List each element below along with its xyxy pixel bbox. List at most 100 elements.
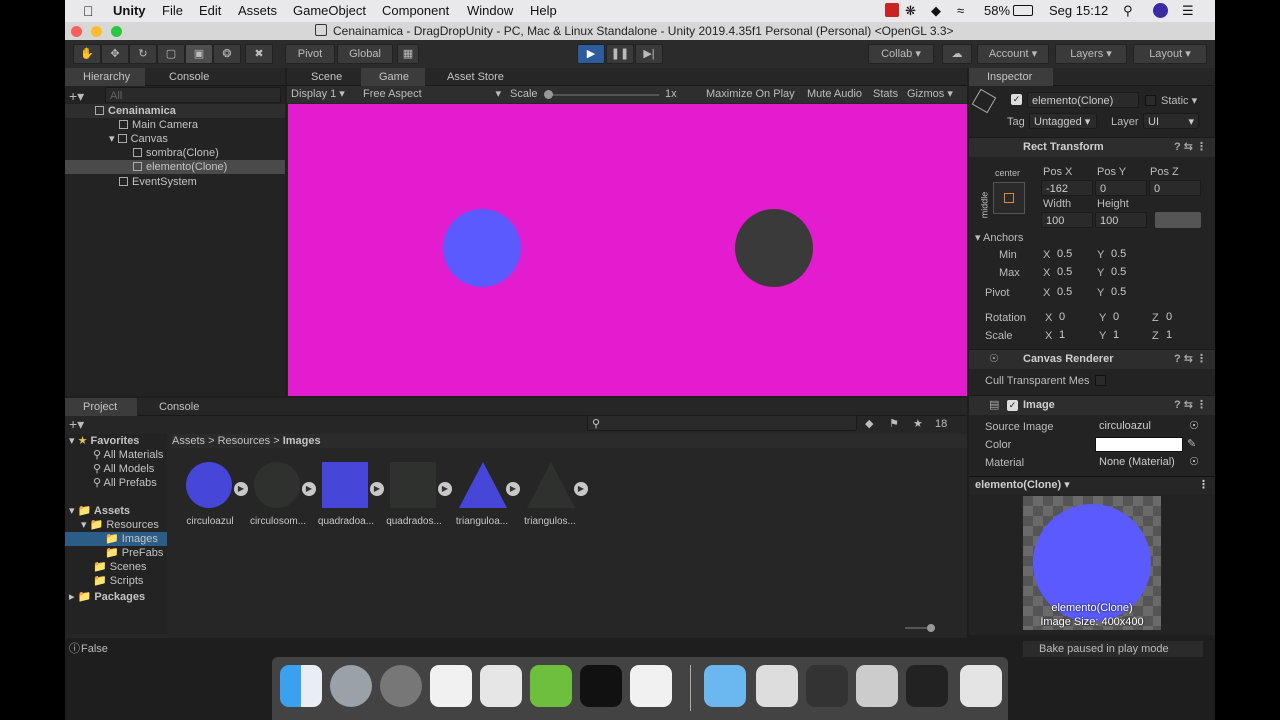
stats-toggle[interactable]: Stats <box>873 87 898 101</box>
anchor-min-x-input[interactable]: 0.5 <box>1053 246 1093 262</box>
pause-button[interactable]: ❚❚ <box>606 44 634 64</box>
layout-dropdown[interactable]: Layout ▾ <box>1133 44 1207 64</box>
siri-icon[interactable] <box>1153 3 1168 18</box>
anchor-max-x-input[interactable]: 0.5 <box>1053 264 1093 280</box>
eyedropper-icon[interactable]: ✎ <box>1187 437 1196 451</box>
object-picker-icon[interactable]: ☉ <box>1189 418 1199 434</box>
anchor-max-y-input[interactable]: 0.5 <box>1107 264 1147 280</box>
tab-hierarchy[interactable]: Hierarchy <box>65 68 145 86</box>
layers-dropdown[interactable]: Layers ▾ <box>1055 44 1127 64</box>
hierarchy-item-sombra[interactable]: sombra(Clone) <box>133 146 219 160</box>
expand-sprite-icon[interactable]: ▶ <box>302 482 316 496</box>
finder-icon[interactable] <box>280 665 322 707</box>
tab-console[interactable]: Console <box>141 398 213 416</box>
pos-y-input[interactable]: 0 <box>1095 180 1147 196</box>
rotation-z-input[interactable]: 0 <box>1162 309 1198 325</box>
elemento-blue-circle[interactable] <box>443 209 521 287</box>
notification-center-icon[interactable]: ☰ <box>1182 3 1194 19</box>
raw-edit-button[interactable] <box>1155 212 1201 228</box>
camtasia-icon[interactable] <box>530 665 572 707</box>
scale-slider-handle[interactable] <box>544 90 553 99</box>
step-button[interactable]: ▶| <box>635 44 663 64</box>
scale-y-input[interactable]: 1 <box>1109 327 1145 343</box>
launchpad-icon[interactable] <box>330 665 372 707</box>
cull-transparent-checkbox[interactable] <box>1095 375 1106 386</box>
rotation-y-input[interactable]: 0 <box>1109 309 1145 325</box>
project-search-input[interactable]: ⚲ <box>587 415 857 431</box>
static-checkbox[interactable] <box>1145 95 1156 106</box>
rotation-x-input[interactable]: 0 <box>1055 309 1091 325</box>
create-icon[interactable]: +▾ <box>69 416 84 433</box>
pos-z-input[interactable]: 0 <box>1149 180 1201 196</box>
zoom-window-button[interactable] <box>111 26 122 37</box>
tab-game[interactable]: Game <box>361 68 425 86</box>
battery-icon[interactable] <box>1013 5 1033 16</box>
breadcrumb-images[interactable]: Images <box>283 435 321 447</box>
system-preferences-icon[interactable] <box>380 665 422 707</box>
favorites-folder[interactable]: ▾ ★ Favorites <box>69 434 139 448</box>
filter-by-label-icon[interactable]: ⚑ <box>889 417 899 431</box>
account-dropdown[interactable]: Account ▾ <box>977 44 1049 64</box>
expand-sprite-icon[interactable]: ▶ <box>234 482 248 496</box>
menu-component[interactable]: Component <box>382 3 449 18</box>
hierarchy-item-elemento[interactable]: elemento(Clone) <box>65 160 285 174</box>
pivot-toggle[interactable]: Pivot <box>285 44 335 64</box>
status-message[interactable]: False <box>81 642 108 656</box>
scale-x-input[interactable]: 1 <box>1055 327 1091 343</box>
asset-item[interactable]: ▶ trianguloa... <box>452 462 520 527</box>
breadcrumb-resources[interactable]: Resources <box>218 435 271 447</box>
tag-dropdown[interactable]: Untagged ▾ <box>1029 113 1097 129</box>
canvas-renderer-header[interactable]: ☉ Canvas Renderer ? ⇆ ⋮ <box>969 349 1215 369</box>
pivot-x-input[interactable]: 0.5 <box>1053 284 1093 300</box>
preview-header[interactable]: elemento(Clone) ▾ ⋮ <box>969 476 1215 494</box>
record-icon[interactable] <box>885 3 899 17</box>
menu-edit[interactable]: Edit <box>199 3 221 18</box>
play-button[interactable]: ▶ <box>577 44 605 64</box>
minimized-window-icon[interactable] <box>806 665 848 707</box>
folder-prefabs[interactable]: 📁 PreFabs <box>105 546 163 560</box>
collab-dropdown[interactable]: Collab ▾ <box>868 44 934 64</box>
layer-dropdown[interactable]: UI ▾ <box>1143 113 1199 129</box>
packages-folder[interactable]: ▸ 📁 Packages <box>69 590 145 604</box>
favorite-all-prefabs[interactable]: ⚲ All Prefabs <box>93 476 157 490</box>
material-field[interactable]: None (Material) ☉ <box>1095 454 1199 470</box>
folder-scenes[interactable]: 📁 Scenes <box>93 560 146 574</box>
reminders-icon[interactable] <box>430 665 472 707</box>
rect-transform-header[interactable]: Rect Transform ? ⇆ ⋮ <box>969 137 1215 157</box>
folder-scripts[interactable]: 📁 Scripts <box>93 574 143 588</box>
cloud-button[interactable]: ☁ <box>942 44 972 64</box>
expand-sprite-icon[interactable]: ▶ <box>574 482 588 496</box>
clock[interactable]: Seg 15:12 <box>1049 3 1108 18</box>
asset-item[interactable]: ▶ circulosom... <box>248 462 316 527</box>
image-enabled-checkbox[interactable]: ✓ <box>1007 400 1018 411</box>
minimized-window-icon[interactable] <box>856 665 898 707</box>
menu-window[interactable]: Window <box>467 3 513 18</box>
minimized-window-icon[interactable] <box>906 665 948 707</box>
mute-audio-toggle[interactable]: Mute Audio <box>807 87 862 101</box>
folder-images[interactable]: 📁 Images <box>65 532 167 546</box>
color-swatch[interactable] <box>1095 437 1183 452</box>
menu-gameobject[interactable]: GameObject <box>293 3 366 18</box>
rect-tool-button[interactable]: ▣ <box>185 44 213 64</box>
preview-menu-icon[interactable]: ⋮ <box>1198 477 1209 494</box>
filter-by-type-icon[interactable]: ◆ <box>865 417 873 431</box>
width-input[interactable]: 100 <box>1041 212 1093 228</box>
scale-z-input[interactable]: 1 <box>1162 327 1198 343</box>
unity-hub-icon[interactable] <box>480 665 522 707</box>
game-canvas[interactable] <box>288 104 967 396</box>
icon-size-slider-handle[interactable] <box>927 624 935 632</box>
component-menu-icon[interactable]: ? ⇆ ⋮ <box>1174 138 1207 157</box>
spotlight-icon[interactable]: ⚲ <box>1123 3 1133 19</box>
global-toggle[interactable]: Global <box>337 44 393 64</box>
component-menu-icon[interactable]: ? ⇆ ⋮ <box>1174 396 1207 415</box>
breadcrumb-assets[interactable]: Assets <box>172 435 205 447</box>
custom-tool-button[interactable]: ✖ <box>245 44 273 64</box>
display-dropdown[interactable]: Display 1 ▾ <box>291 87 345 101</box>
favorite-icon[interactable]: ★ <box>913 417 923 431</box>
source-image-field[interactable]: circuloazul ☉ <box>1095 418 1199 434</box>
visual-studio-icon[interactable] <box>630 665 672 707</box>
component-menu-icon[interactable]: ? ⇆ ⋮ <box>1174 350 1207 369</box>
hierarchy-item-canvas[interactable]: ▾ Canvas <box>109 132 168 146</box>
menu-help[interactable]: Help <box>530 3 557 18</box>
move-tool-button[interactable]: ✥ <box>101 44 129 64</box>
